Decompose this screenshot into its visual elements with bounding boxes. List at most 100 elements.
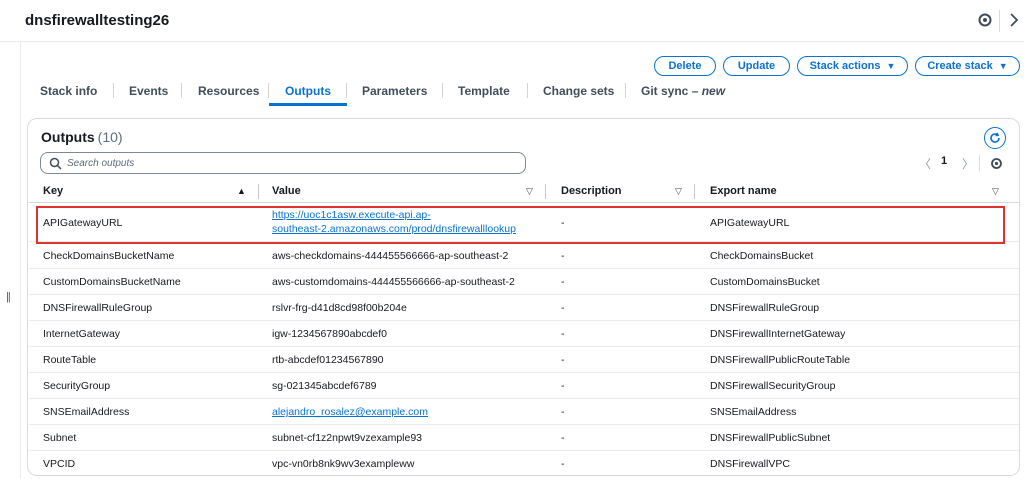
new-badge: new: [701, 84, 726, 98]
output-value: vpc-vn0rb8nk9wv3exampleww: [272, 458, 415, 470]
column-header-export-name[interactable]: Export name: [710, 185, 777, 197]
update-button[interactable]: Update: [723, 56, 790, 76]
refresh-icon: [990, 132, 1000, 143]
table-row: SecurityGroup sg-021345abcdef6789 - DNSF…: [29, 373, 1019, 399]
output-value: subnet-cf1z2npwt9vzexample93: [272, 432, 423, 444]
divider: [979, 155, 980, 171]
page-title: dnsfirewalltesting26: [25, 12, 170, 29]
sort-icon[interactable]: ▽: [526, 186, 533, 197]
outputs-heading: Outputs (10): [41, 129, 123, 145]
settings-gear-icon[interactable]: [977, 12, 993, 28]
outputs-title: Outputs: [41, 129, 95, 145]
tab-separator: [181, 83, 182, 98]
preferences-gear-icon[interactable]: [990, 157, 1003, 170]
output-description: -: [561, 276, 565, 288]
tab-separator: [527, 83, 528, 98]
stack-actions-button[interactable]: Stack actions ▼: [797, 56, 908, 76]
output-value: igw-1234567890abcdef0: [272, 328, 388, 340]
next-page-icon[interactable]: 〉: [962, 155, 974, 172]
side-panel-border: [20, 42, 21, 479]
previous-page-icon[interactable]: 〈: [919, 155, 931, 172]
chevron-right-icon[interactable]: [1008, 12, 1020, 28]
tab-outputs[interactable]: Outputs: [285, 84, 331, 98]
stack-actions-label: Stack actions: [809, 60, 881, 72]
stack-tabs: Stack info Events Resources Outputs Para…: [26, 78, 746, 106]
output-description: -: [561, 250, 565, 262]
tab-separator: [268, 83, 269, 98]
tab-events[interactable]: Events: [129, 84, 168, 98]
tab-git-sync-label: Git sync: [641, 84, 689, 98]
column-header-value[interactable]: Value: [272, 185, 301, 197]
column-separator: [694, 184, 695, 199]
output-key: CustomDomainsBucketName: [43, 276, 181, 288]
tab-resources[interactable]: Resources: [198, 84, 259, 98]
output-value: sg-021345abcdef6789: [272, 380, 377, 392]
outputs-panel: Outputs(10) 〈 1 〉 Key ▲ Value ▽ Descript…: [27, 118, 1020, 476]
output-export-name: DNSFirewallPublicRouteTable: [710, 354, 851, 366]
output-export-name: DNSFirewallRuleGroup: [710, 302, 820, 314]
search-input[interactable]: [67, 156, 507, 171]
output-key: RouteTable: [43, 354, 97, 366]
search-outputs-field[interactable]: [40, 152, 526, 174]
tab-separator: [625, 83, 626, 98]
output-description: -: [561, 302, 565, 314]
output-export-name: DNSFirewallInternetGateway: [710, 328, 846, 340]
tab-change-sets[interactable]: Change sets: [543, 84, 614, 98]
delete-button[interactable]: Delete: [654, 56, 716, 76]
output-description: -: [561, 406, 565, 418]
output-key: SNSEmailAddress: [43, 406, 130, 418]
tab-git-sync[interactable]: Git sync – new: [641, 84, 725, 98]
output-key: VPCID: [43, 458, 76, 470]
tab-separator: [113, 83, 114, 98]
tab-separator: [346, 83, 347, 98]
output-key: Subnet: [43, 432, 77, 444]
outputs-count: (10): [97, 129, 123, 145]
output-export-name: CustomDomainsBucket: [710, 276, 820, 288]
column-header-description[interactable]: Description: [561, 185, 622, 197]
output-value: rslvr-frg-d41d8cd98f00b204e: [272, 302, 407, 314]
table-row: CustomDomainsBucketName aws-customdomain…: [29, 269, 1019, 295]
column-header-key[interactable]: Key: [43, 185, 63, 197]
sort-ascending-icon[interactable]: ▲: [237, 186, 246, 196]
page-header: dnsfirewalltesting26: [0, 0, 1024, 42]
tab-stack-info[interactable]: Stack info: [40, 84, 97, 98]
sort-icon[interactable]: ▽: [675, 186, 682, 197]
output-key: SecurityGroup: [43, 380, 111, 392]
output-export-name: DNSFirewallVPC: [710, 458, 790, 470]
refresh-button[interactable]: [984, 127, 1006, 149]
output-export-name: CheckDomainsBucket: [710, 250, 814, 262]
output-export-name: DNSFirewallPublicSubnet: [710, 432, 831, 444]
output-key: CheckDomainsBucketName: [43, 250, 175, 262]
create-stack-label: Create stack: [927, 60, 993, 72]
output-value-link[interactable]: alejandro_rosalez@example.com: [272, 406, 428, 418]
caret-down-icon: ▼: [886, 61, 896, 71]
tab-separator: [442, 83, 443, 98]
create-stack-button[interactable]: Create stack ▼: [915, 56, 1020, 76]
output-description: -: [561, 458, 565, 470]
table-row: CheckDomainsBucketName aws-checkdomains-…: [29, 243, 1019, 269]
output-key: InternetGateway: [43, 328, 121, 340]
output-description: -: [561, 354, 565, 366]
output-key: DNSFirewallRuleGroup: [43, 302, 153, 314]
tab-parameters[interactable]: Parameters: [362, 84, 427, 98]
output-value: aws-customdomains-444455566666-ap-southe…: [272, 276, 515, 288]
sort-icon[interactable]: ▽: [992, 186, 999, 197]
output-export-name: SNSEmailAddress: [710, 406, 797, 418]
tab-template[interactable]: Template: [458, 84, 510, 98]
output-value: aws-checkdomains-444455566666-ap-southea…: [272, 250, 509, 262]
output-value: rtb-abcdef01234567890: [272, 354, 384, 366]
drag-handle-icon[interactable]: ||: [6, 291, 11, 303]
table-row: Subnet subnet-cf1z2npwt9vzexample93 - DN…: [29, 425, 1019, 451]
active-tab-indicator: [269, 103, 347, 106]
table-row: SNSEmailAddress alejandro_rosalez@exampl…: [29, 399, 1019, 425]
stack-actions-toolbar: Delete Update Stack actions ▼ Create stac…: [0, 56, 1024, 76]
table-row: DNSFirewallRuleGroup rslvr-frg-d41d8cd98…: [29, 295, 1019, 321]
output-description: -: [561, 380, 565, 392]
divider: [999, 10, 1000, 32]
highlight-box: [36, 206, 1005, 244]
tab-git-sync-dash: –: [688, 84, 702, 98]
column-separator: [545, 184, 546, 199]
page-number[interactable]: 1: [941, 155, 947, 167]
table-row: RouteTable rtb-abcdef01234567890 - DNSFi…: [29, 347, 1019, 373]
output-description: -: [561, 328, 565, 340]
